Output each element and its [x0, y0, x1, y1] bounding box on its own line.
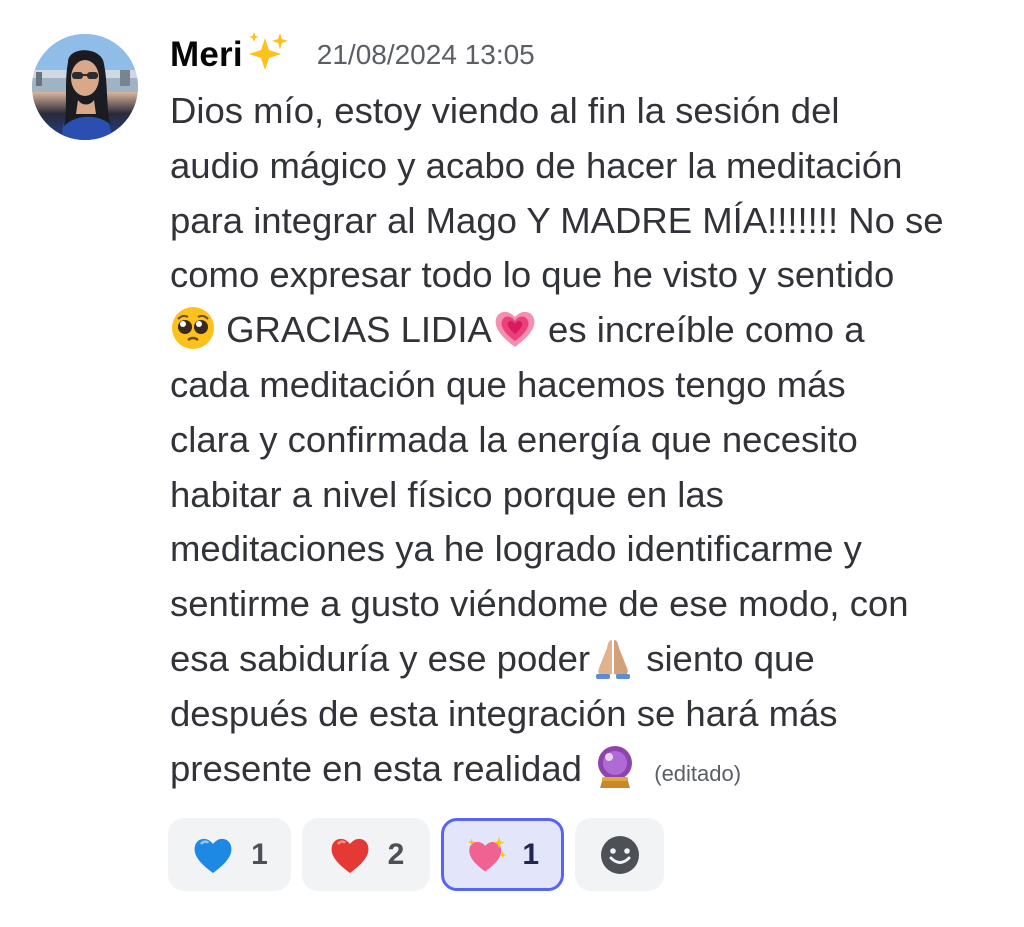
user-avatar[interactable]	[32, 34, 138, 140]
message-line-with-emoji: GRACIAS LIDIA es increíble como a	[170, 303, 1010, 358]
message-line: Dios mío, estoy viendo al fin la sesión …	[170, 90, 840, 131]
message-line: audio mágico y acabo de hacer la meditac…	[170, 144, 903, 186]
chat-message: Meri 21/08/2024 13:05 Dios mío, estoy vi…	[0, 0, 1024, 927]
edited-label: (editado)	[654, 760, 742, 786]
reaction-count: 2	[387, 837, 405, 871]
add-reaction-smiley-icon	[600, 835, 639, 874]
reaction-count: 1	[522, 837, 539, 871]
message-line: cada meditación que hacemos tengo más	[170, 363, 846, 405]
crystal-ball-emoji-icon	[598, 745, 633, 788]
message-line-with-emoji: esa sabiduría y ese poder siento que	[170, 632, 1010, 687]
message-line-with-emoji: presente en esta realidad (editado)	[170, 742, 1010, 797]
sparkling-heart-emoji-icon	[467, 836, 507, 871]
message-content: Dios mío, estoy viendo al fin la sesión …	[170, 84, 1010, 796]
reaction-sparkling-heart[interactable]: 1	[441, 818, 564, 891]
growing-heart-emoji-icon	[495, 312, 535, 348]
message-line-text: esa sabiduría y ese poder	[170, 637, 591, 679]
reactions-bar: 1 2 1	[168, 818, 664, 891]
message-line-text: siento que	[646, 637, 815, 679]
blue-heart-emoji-icon	[194, 838, 232, 873]
reaction-count: 1	[251, 837, 268, 871]
reaction-blue-heart[interactable]: 1	[168, 818, 291, 891]
username[interactable]: Meri	[170, 35, 243, 75]
message-line: clara y confirmada la energía que necesi…	[170, 418, 858, 460]
message-line: sentirme a gusto viéndome de ese modo, c…	[170, 583, 909, 625]
reaction-red-heart[interactable]: 2	[302, 818, 430, 891]
pleading-face-emoji-icon	[172, 307, 214, 350]
message-line: como expresar todo lo que he visto y sen…	[170, 254, 895, 296]
message-line-text: GRACIAS LIDIA	[226, 309, 492, 351]
message-line: para integrar al Mago Y MADRE MÍA!!!!!!!…	[170, 199, 944, 241]
message-line: después de esta integración se hará más	[170, 692, 838, 734]
message-line: meditaciones ya he logrado identificarme…	[170, 528, 862, 570]
folded-hands-emoji-icon	[596, 639, 631, 679]
add-reaction-button[interactable]	[575, 818, 664, 891]
message-line: habitar a nivel físico porque en las	[170, 473, 724, 515]
sparkles-emoji-icon	[248, 32, 288, 70]
message-timestamp: 21/08/2024 13:05	[316, 39, 535, 70]
message-line-text: presente en esta realidad	[170, 747, 582, 789]
message-header: Meri 21/08/2024 13:05	[170, 30, 535, 80]
message-line-text: es increíble como a	[548, 309, 865, 351]
red-heart-emoji-icon	[331, 838, 369, 873]
